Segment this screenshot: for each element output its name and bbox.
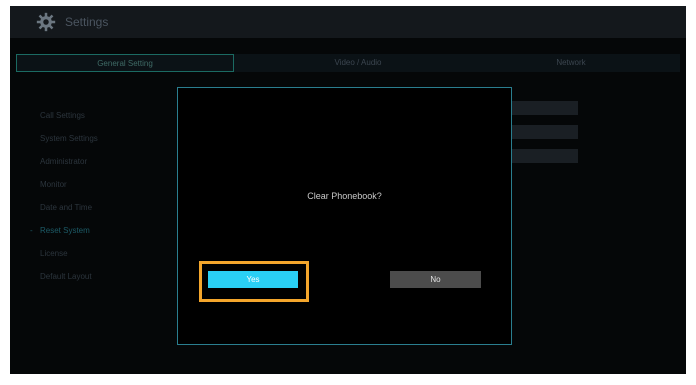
tab-bar: General Setting Video / Audio Network — [16, 54, 680, 72]
confirm-dialog: Clear Phonebook? Yes No — [177, 87, 512, 345]
menu-item-system-settings[interactable]: System Settings — [40, 127, 160, 150]
selected-marker: - — [30, 226, 33, 235]
settings-field[interactable] — [508, 125, 578, 139]
menu-item-date-and-time[interactable]: Date and Time — [40, 196, 160, 219]
dialog-message: Clear Phonebook? — [307, 191, 382, 201]
tab-general-setting[interactable]: General Setting — [16, 54, 234, 72]
settings-menu: Call Settings System Settings Administra… — [30, 104, 160, 288]
menu-item-administrator[interactable]: Administrator — [40, 150, 160, 173]
menu-item-monitor[interactable]: Monitor — [40, 173, 160, 196]
tab-network[interactable]: Network — [462, 54, 680, 72]
settings-field[interactable] — [508, 101, 578, 115]
menu-item-license[interactable]: License — [40, 242, 160, 265]
settings-screen: Settings General Setting Video / Audio N… — [10, 6, 686, 374]
settings-field[interactable] — [508, 149, 578, 163]
no-button[interactable]: No — [390, 271, 481, 288]
menu-item-label: Reset System — [40, 226, 90, 235]
tab-video-audio[interactable]: Video / Audio — [249, 54, 467, 72]
menu-item-call-settings[interactable]: Call Settings — [40, 104, 160, 127]
yes-button[interactable]: Yes — [208, 271, 298, 288]
title-bar: Settings — [10, 6, 686, 38]
app-title: Settings — [65, 15, 109, 29]
gear-icon — [36, 12, 56, 32]
menu-item-default-layout[interactable]: Default Layout — [40, 265, 160, 288]
menu-item-reset-system[interactable]: - Reset System — [30, 219, 160, 242]
